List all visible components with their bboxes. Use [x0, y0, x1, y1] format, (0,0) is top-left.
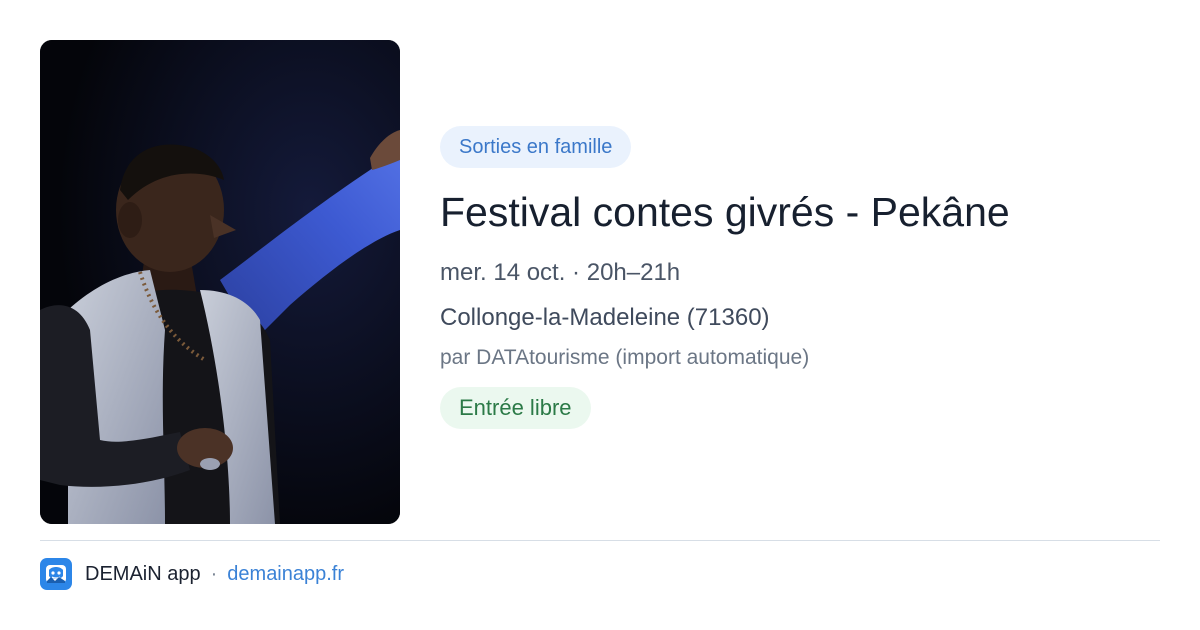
- app-url-link[interactable]: demainapp.fr: [227, 563, 344, 586]
- event-title: Festival contes givrés - Pekâne: [440, 189, 1010, 235]
- event-photo: [40, 40, 400, 524]
- footer-separator: ·: [210, 562, 218, 585]
- app-name: DEMAiN app: [85, 562, 201, 585]
- footer: DEMAiN app · demainapp.fr: [40, 558, 344, 590]
- event-location: Collonge-la-Madeleine (71360): [440, 304, 770, 331]
- event-date-time: mer. 14 oct. · 20h–21h: [440, 259, 681, 286]
- footer-divider: [40, 540, 1160, 541]
- event-details: Sorties en famille Festival contes givré…: [440, 126, 1160, 429]
- demain-app-icon: [40, 558, 72, 590]
- event-source: par DATAtourisme (import automatique): [440, 346, 810, 369]
- category-chip[interactable]: Sorties en famille: [440, 126, 632, 168]
- event-share-card: Sorties en famille Festival contes givré…: [0, 0, 1200, 630]
- price-chip: Entrée libre: [440, 387, 591, 429]
